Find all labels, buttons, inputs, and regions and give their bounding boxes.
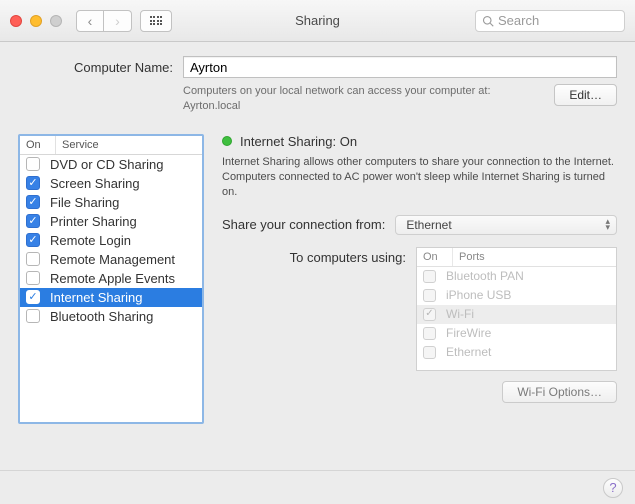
detail-panel: Internet Sharing: On Internet Sharing al… xyxy=(222,134,617,460)
share-from-row: Share your connection from: Ethernet ▴▾ xyxy=(222,215,617,235)
service-label: Remote Login xyxy=(50,233,131,248)
service-label: File Sharing xyxy=(50,195,119,210)
port-label: Wi-Fi xyxy=(446,307,474,321)
wifi-options-button[interactable]: Wi-Fi Options… xyxy=(502,381,617,403)
chevron-right-icon: › xyxy=(115,13,120,29)
port-checkbox[interactable] xyxy=(423,308,436,321)
share-from-label: Share your connection from: xyxy=(222,217,385,232)
services-list: DVD or CD Sharing Screen Sharing File Shar… xyxy=(20,155,202,326)
chevron-updown-icon: ▴▾ xyxy=(605,219,610,230)
traffic-lights xyxy=(10,15,62,27)
footer: ? xyxy=(0,470,635,504)
service-label: DVD or CD Sharing xyxy=(50,157,163,172)
service-label: Screen Sharing xyxy=(50,176,140,191)
service-row[interactable]: Bluetooth Sharing xyxy=(20,307,202,326)
back-button[interactable]: ‹ xyxy=(76,10,104,32)
port-row[interactable]: Ethernet xyxy=(417,343,616,362)
service-row[interactable]: Remote Login xyxy=(20,231,202,250)
status-row: Internet Sharing: On xyxy=(222,134,617,149)
help-button[interactable]: ? xyxy=(603,478,623,498)
service-checkbox[interactable] xyxy=(26,309,40,323)
service-row[interactable]: Internet Sharing xyxy=(20,288,202,307)
service-description: Internet Sharing allows other computers … xyxy=(222,155,617,201)
port-row[interactable]: Wi-Fi xyxy=(417,305,616,324)
service-checkbox[interactable] xyxy=(26,214,40,228)
service-row[interactable]: Printer Sharing xyxy=(20,212,202,231)
ports-header-ports: Ports xyxy=(453,248,616,266)
port-checkbox[interactable] xyxy=(423,289,436,302)
share-from-popup[interactable]: Ethernet ▴▾ xyxy=(395,215,617,235)
window-title: Sharing xyxy=(295,13,340,28)
service-label: Printer Sharing xyxy=(50,214,137,229)
titlebar: ‹ › Sharing Search xyxy=(0,0,635,42)
status-label: Internet Sharing: On xyxy=(240,134,357,149)
grid-icon xyxy=(150,16,163,25)
computer-name-input[interactable] xyxy=(183,56,617,78)
service-checkbox[interactable] xyxy=(26,271,40,285)
chevron-left-icon: ‹ xyxy=(88,13,93,29)
port-label: Bluetooth PAN xyxy=(446,269,524,283)
ports-list: Bluetooth PAN iPhone USB Wi-Fi FireWire Ethe… xyxy=(417,267,616,362)
computer-name-sub: Computers on your local network can acce… xyxy=(18,84,617,114)
port-row[interactable]: iPhone USB xyxy=(417,286,616,305)
port-label: iPhone USB xyxy=(446,288,511,302)
edit-button[interactable]: Edit… xyxy=(554,84,617,106)
port-checkbox[interactable] xyxy=(423,327,436,340)
port-row[interactable]: Bluetooth PAN xyxy=(417,267,616,286)
search-input[interactable]: Search xyxy=(475,10,625,32)
service-checkbox[interactable] xyxy=(26,157,40,171)
search-placeholder: Search xyxy=(498,13,539,28)
forward-button: › xyxy=(104,10,132,32)
port-checkbox[interactable] xyxy=(423,270,436,283)
service-row[interactable]: File Sharing xyxy=(20,193,202,212)
services-header-service: Service xyxy=(56,136,202,154)
service-label: Bluetooth Sharing xyxy=(50,309,153,324)
ports-header-on: On xyxy=(417,248,453,266)
ports-header: On Ports xyxy=(417,248,616,267)
service-checkbox[interactable] xyxy=(26,195,40,209)
service-checkbox[interactable] xyxy=(26,290,40,304)
preferences-window: ‹ › Sharing Search Computer Name: Comput… xyxy=(0,0,635,504)
port-row[interactable]: FireWire xyxy=(417,324,616,343)
computer-name-row: Computer Name: xyxy=(18,56,617,78)
services-header-on: On xyxy=(20,136,56,154)
show-all-button[interactable] xyxy=(140,10,172,32)
service-row[interactable]: Remote Management xyxy=(20,250,202,269)
zoom-icon[interactable] xyxy=(50,15,62,27)
port-checkbox[interactable] xyxy=(423,346,436,359)
minimize-icon[interactable] xyxy=(30,15,42,27)
help-icon: ? xyxy=(609,480,616,495)
nav-buttons: ‹ › xyxy=(76,10,132,32)
service-checkbox[interactable] xyxy=(26,233,40,247)
service-row[interactable]: Remote Apple Events xyxy=(20,269,202,288)
service-row[interactable]: Screen Sharing xyxy=(20,174,202,193)
service-checkbox[interactable] xyxy=(26,176,40,190)
service-checkbox[interactable] xyxy=(26,252,40,266)
service-label: Remote Apple Events xyxy=(50,271,175,286)
main-area: On Service DVD or CD Sharing Screen Shari… xyxy=(18,134,617,460)
port-label: FireWire xyxy=(446,326,491,340)
port-label: Ethernet xyxy=(446,345,491,359)
service-row[interactable]: DVD or CD Sharing xyxy=(20,155,202,174)
service-label: Remote Management xyxy=(50,252,175,267)
computer-name-label: Computer Name: xyxy=(18,60,173,75)
content: Computer Name: Computers on your local n… xyxy=(0,42,635,470)
share-from-value: Ethernet xyxy=(406,218,451,232)
service-label: Internet Sharing xyxy=(50,290,143,305)
computer-name-hint: Computers on your local network can acce… xyxy=(183,84,542,114)
to-computers-label: To computers using: xyxy=(222,247,406,371)
services-header: On Service xyxy=(20,136,202,155)
services-panel: On Service DVD or CD Sharing Screen Shari… xyxy=(18,134,204,424)
status-dot-icon xyxy=(222,136,232,146)
search-icon xyxy=(482,15,494,27)
ports-row: To computers using: On Ports Bluetooth P… xyxy=(222,247,617,371)
ports-panel: On Ports Bluetooth PAN iPhone USB Wi-Fi Fir… xyxy=(416,247,617,371)
close-icon[interactable] xyxy=(10,15,22,27)
